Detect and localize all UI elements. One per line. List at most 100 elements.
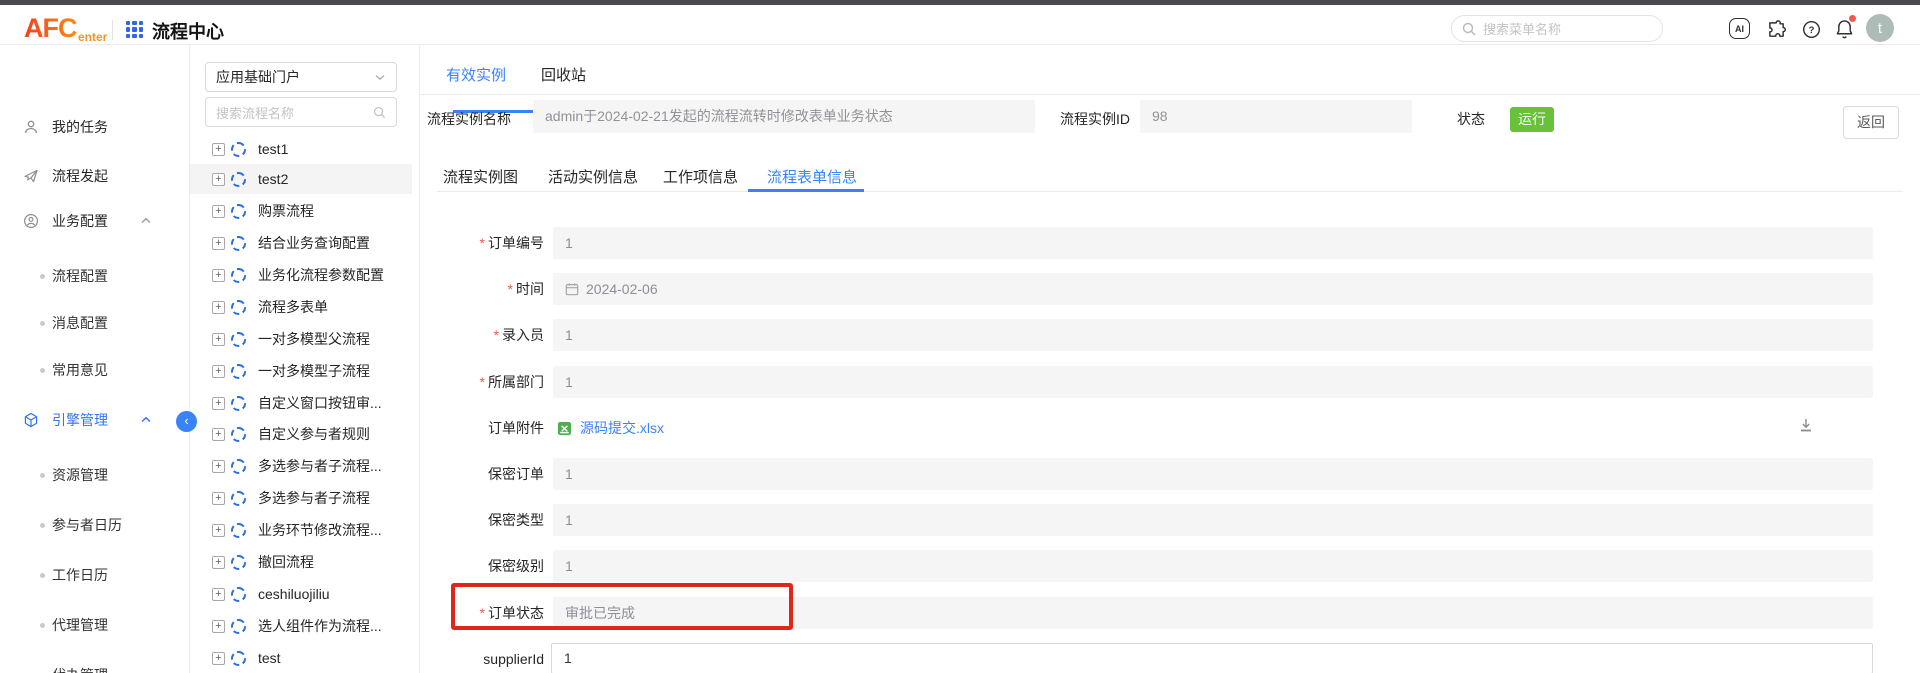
- subtab-instance-diagram[interactable]: 流程实例图: [443, 166, 518, 187]
- sidebar-item-participant-calendar[interactable]: 参与者日历: [0, 514, 190, 536]
- tree-expand-icon[interactable]: +: [212, 237, 225, 250]
- back-button[interactable]: 返回: [1843, 106, 1899, 139]
- tree-item[interactable]: +业务环节修改流程...: [190, 515, 412, 545]
- subtab-activity-info[interactable]: 活动实例信息: [548, 166, 638, 187]
- sidebar-item-business-config[interactable]: 业务配置: [0, 209, 190, 233]
- tree-expand-icon[interactable]: +: [212, 173, 225, 186]
- notification-bell-icon[interactable]: [1833, 17, 1855, 39]
- tree-item[interactable]: +购票流程: [190, 196, 412, 226]
- menu-search-input[interactable]: 搜索菜单名称: [1451, 15, 1663, 42]
- tree-item[interactable]: +一对多模型父流程: [190, 324, 412, 354]
- tree-expand-icon[interactable]: +: [212, 143, 225, 156]
- tree-expand-icon[interactable]: +: [212, 460, 225, 473]
- process-icon: [231, 396, 246, 411]
- tree-expand-icon[interactable]: +: [212, 652, 225, 665]
- subtab-form-info[interactable]: 流程表单信息: [767, 166, 857, 187]
- bullet-dot: [40, 523, 45, 528]
- subtab-divider: [437, 191, 1903, 192]
- sidebar-item-resource-management[interactable]: 资源管理: [0, 464, 190, 486]
- tree-item[interactable]: +自定义窗口按钮审...: [190, 388, 412, 418]
- tree-expand-icon[interactable]: +: [212, 556, 225, 569]
- user-circle-icon: [23, 213, 39, 229]
- form-label-department: *所属部门: [420, 366, 544, 398]
- attachment-link[interactable]: 源码提交.xlsx: [580, 418, 664, 438]
- main-content: 有效实例 回收站 流程实例名称 admin于2024-02-21发起的流程流转时…: [420, 45, 1920, 673]
- download-icon[interactable]: [1798, 417, 1814, 433]
- header-divider: [112, 20, 113, 40]
- sidebar-subitem-label: 消息配置: [52, 313, 108, 333]
- form-label-entry-clerk: *录入员: [420, 319, 544, 351]
- sidebar-item-agent-management[interactable]: 代理管理: [0, 614, 190, 636]
- process-icon: [231, 300, 246, 315]
- tree-expand-icon[interactable]: +: [212, 588, 225, 601]
- sidebar-item-todo-management[interactable]: 代办管理: [0, 664, 190, 673]
- help-icon[interactable]: ?: [1800, 18, 1822, 40]
- app-selector-dropdown[interactable]: 应用基础门户: [205, 62, 397, 92]
- tree-expand-icon[interactable]: +: [212, 492, 225, 505]
- sidebar-item-common-opinions[interactable]: 常用意见: [0, 359, 190, 381]
- svg-text:?: ?: [1808, 24, 1814, 35]
- sidebar-item-process-start[interactable]: 流程发起: [0, 164, 190, 188]
- app-header: AFC enter 流程中心 搜索菜单名称 AI ? t: [0, 5, 1920, 45]
- process-icon: [231, 491, 246, 506]
- tree-expand-icon[interactable]: +: [212, 397, 225, 410]
- tree-item[interactable]: +test1: [190, 134, 412, 164]
- form-value-entry-clerk: 1: [553, 319, 1873, 351]
- tree-item[interactable]: +多选参与者子流程: [190, 483, 412, 513]
- subtab-workitem-info[interactable]: 工作项信息: [663, 166, 738, 187]
- tree-expand-icon[interactable]: +: [212, 428, 225, 441]
- form-label-order-status: *订单状态: [420, 597, 544, 629]
- tree-item[interactable]: +撤回流程: [190, 547, 412, 577]
- bullet-dot: [40, 573, 45, 578]
- process-icon: [231, 555, 246, 570]
- ai-assistant-icon[interactable]: AI: [1729, 18, 1750, 39]
- search-icon: [1462, 22, 1476, 36]
- tree-item[interactable]: +test: [190, 643, 412, 673]
- tree-expand-icon[interactable]: +: [212, 269, 225, 282]
- sidebar-item-work-calendar[interactable]: 工作日历: [0, 564, 190, 586]
- plugin-puzzle-icon[interactable]: [1765, 18, 1787, 40]
- process-search-input[interactable]: 搜索流程名称: [205, 97, 397, 127]
- tree-item[interactable]: +ceshiluojiliu: [190, 579, 412, 609]
- sidebar-item-message-config[interactable]: 消息配置: [0, 312, 190, 334]
- menu-search-placeholder: 搜索菜单名称: [1483, 19, 1561, 38]
- calendar-icon: [565, 282, 579, 296]
- status-label: 状态: [1457, 109, 1485, 129]
- user-avatar[interactable]: t: [1866, 14, 1894, 42]
- sidebar-item-label: 引擎管理: [52, 410, 108, 430]
- bullet-dot: [40, 274, 45, 279]
- supplier-id-input[interactable]: 1: [551, 643, 1873, 673]
- form-value-confidential-level: 1: [553, 550, 1873, 582]
- tab-valid-instances[interactable]: 有效实例: [446, 64, 506, 85]
- process-icon: [231, 364, 246, 379]
- tree-expand-icon[interactable]: +: [212, 205, 225, 218]
- sidebar-item-label: 我的任务: [52, 117, 108, 137]
- sidebar-subitem-label: 代办管理: [52, 665, 108, 673]
- apps-grid-icon[interactable]: [126, 21, 143, 38]
- tree-item[interactable]: +多选参与者子流程...: [190, 451, 412, 481]
- tree-item[interactable]: +流程多表单: [190, 292, 412, 322]
- tree-expand-icon[interactable]: +: [212, 301, 225, 314]
- tree-item-selected[interactable]: +test2: [190, 164, 412, 194]
- tab-divider: [420, 94, 1920, 95]
- tree-expand-icon[interactable]: +: [212, 365, 225, 378]
- tree-expand-icon[interactable]: +: [212, 524, 225, 537]
- process-icon: [231, 142, 246, 157]
- sidebar-subitem-label: 工作日历: [52, 565, 108, 585]
- active-subtab-underline: [748, 189, 864, 192]
- sidebar-collapse-button[interactable]: ‹: [176, 411, 197, 432]
- tree-item[interactable]: +自定义参与者规则: [190, 419, 412, 449]
- tree-expand-icon[interactable]: +: [212, 333, 225, 346]
- tree-item[interactable]: +结合业务查询配置: [190, 228, 412, 258]
- tab-recycle-bin[interactable]: 回收站: [541, 64, 586, 85]
- tree-item[interactable]: +业务化流程参数配置: [190, 260, 412, 290]
- process-icon: [231, 651, 246, 666]
- chevron-up-icon: [140, 215, 152, 227]
- sidebar-item-engine-management[interactable]: 引擎管理: [0, 408, 190, 432]
- tree-item[interactable]: +选人组件作为流程...: [190, 611, 412, 641]
- tree-expand-icon[interactable]: +: [212, 620, 225, 633]
- sidebar-item-process-config[interactable]: 流程配置: [0, 265, 190, 287]
- tree-item[interactable]: +一对多模型子流程: [190, 356, 412, 386]
- form-label-confidential-level: 保密级别: [420, 550, 544, 582]
- sidebar-item-my-tasks[interactable]: 我的任务: [0, 115, 190, 139]
